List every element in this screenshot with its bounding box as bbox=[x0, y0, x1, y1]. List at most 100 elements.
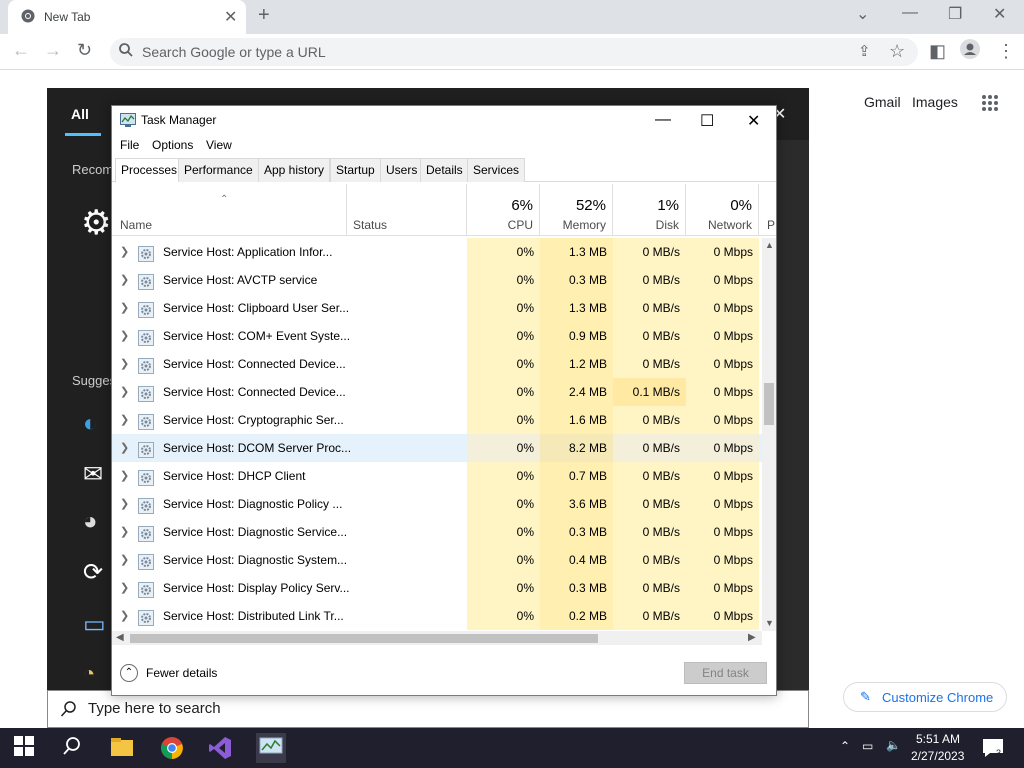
customize-chrome-button[interactable]: ✎ Customize Chrome bbox=[843, 682, 1007, 712]
browser-tab[interactable]: New Tab ✕ bbox=[8, 0, 246, 34]
sync-icon[interactable]: ⟳ bbox=[83, 558, 113, 588]
table-row[interactable]: ❯ Service Host: Diagnostic Service... 0% 0.… bbox=[112, 518, 762, 546]
scroll-down-icon[interactable]: ▼ bbox=[765, 618, 774, 628]
menu-options[interactable]: Options bbox=[152, 138, 193, 152]
chrome-icon[interactable] bbox=[160, 736, 184, 760]
expand-chevron-icon[interactable]: ❯ bbox=[120, 518, 129, 546]
expand-chevron-icon[interactable]: ❯ bbox=[120, 266, 129, 294]
menu-kebab-icon[interactable]: ⋮ bbox=[997, 41, 1015, 62]
end-task-button[interactable]: End task bbox=[684, 662, 767, 684]
expand-chevron-icon[interactable]: ❯ bbox=[120, 350, 129, 378]
close-tab-icon[interactable]: ✕ bbox=[224, 7, 237, 27]
header-name[interactable]: ⌃ Name bbox=[112, 184, 347, 236]
palette-icon[interactable]: ◔ bbox=[83, 663, 113, 693]
table-row[interactable]: ❯ Service Host: DCOM Server Proc... 0% 8.2 … bbox=[112, 434, 762, 462]
tab-users[interactable]: Users bbox=[380, 158, 424, 182]
expand-chevron-icon[interactable]: ❯ bbox=[120, 602, 129, 630]
header-cpu[interactable]: 6% CPU bbox=[467, 184, 540, 236]
expand-chevron-icon[interactable]: ❯ bbox=[120, 322, 129, 350]
table-row[interactable]: ❯ Service Host: Connected Device... 0% 2.4 … bbox=[112, 378, 762, 406]
restore-icon[interactable]: ❐ bbox=[948, 4, 962, 24]
menu-file[interactable]: File bbox=[120, 138, 139, 152]
horizontal-scroll-thumb[interactable] bbox=[130, 634, 598, 643]
expand-chevron-icon[interactable]: ❯ bbox=[120, 406, 129, 434]
header-power[interactable]: P bbox=[759, 184, 776, 236]
share-icon[interactable]: ⇪ bbox=[858, 42, 871, 60]
table-row[interactable]: ❯ Service Host: AVCTP service 0% 0.3 MB 0 MB… bbox=[112, 266, 762, 294]
windows-start-icon[interactable] bbox=[14, 736, 38, 760]
maximize-icon[interactable]: ☐ bbox=[700, 111, 714, 131]
apps-grid-icon[interactable] bbox=[981, 94, 999, 117]
new-tab-icon[interactable]: + bbox=[258, 4, 270, 27]
computer-icon[interactable]: ▭ bbox=[83, 610, 113, 640]
close-icon[interactable]: ✕ bbox=[747, 111, 760, 131]
file-explorer-icon[interactable] bbox=[110, 736, 134, 760]
images-link[interactable]: Images bbox=[912, 94, 958, 110]
close-window-icon[interactable]: ✕ bbox=[993, 4, 1006, 24]
tab-search-icon[interactable]: ⌄ bbox=[856, 4, 869, 24]
tab-details[interactable]: Details bbox=[420, 158, 469, 182]
table-row[interactable]: ❯ Service Host: Cryptographic Ser... 0% 1.6… bbox=[112, 406, 762, 434]
menu-view[interactable]: View bbox=[206, 138, 232, 152]
clock-time[interactable]: 5:51 AM bbox=[916, 732, 960, 746]
table-row[interactable]: ❯ Service Host: Application Infor... 0% 1.3… bbox=[112, 238, 762, 266]
profile-avatar-icon[interactable] bbox=[960, 39, 980, 64]
scroll-left-icon[interactable]: ◀ bbox=[116, 632, 124, 643]
expand-chevron-icon[interactable]: ❯ bbox=[120, 434, 129, 462]
tab-services[interactable]: Services bbox=[467, 158, 526, 182]
settings-gear-icon[interactable]: ⚙ bbox=[81, 203, 111, 242]
back-icon[interactable]: ← bbox=[12, 40, 30, 61]
expand-chevron-icon[interactable]: ❯ bbox=[120, 574, 129, 602]
task-manager-taskbar-icon[interactable] bbox=[256, 733, 286, 763]
tab-processes[interactable]: Processes bbox=[115, 158, 184, 183]
network-icon[interactable]: ▭ bbox=[862, 739, 873, 753]
tab-all[interactable]: All bbox=[71, 106, 89, 122]
table-row[interactable]: ❯ Service Host: Diagnostic Policy ... 0% 3.… bbox=[112, 490, 762, 518]
omnibox[interactable]: Search Google or type a URL bbox=[110, 38, 918, 66]
expand-chevron-icon[interactable]: ❯ bbox=[120, 378, 129, 406]
header-network[interactable]: 0% Network bbox=[686, 184, 759, 236]
header-disk[interactable]: 1% Disk bbox=[613, 184, 686, 236]
scroll-right-icon[interactable]: ▶ bbox=[748, 632, 756, 643]
tab-startup[interactable]: Startup bbox=[330, 158, 381, 182]
table-row[interactable]: ❯ Service Host: Display Policy Serv... 0% 0… bbox=[112, 574, 762, 602]
horizontal-scrollbar[interactable]: ◀ ▶ bbox=[112, 631, 762, 645]
forward-icon[interactable]: → bbox=[44, 40, 62, 61]
expand-chevron-icon[interactable]: ❯ bbox=[120, 546, 129, 574]
mail-icon[interactable]: ✉ bbox=[83, 460, 113, 490]
expand-chevron-icon[interactable]: ❯ bbox=[120, 490, 129, 518]
vertical-scroll-thumb[interactable] bbox=[764, 383, 774, 425]
service-gear-icon bbox=[138, 356, 154, 374]
vertical-scrollbar[interactable]: ▲ ▼ bbox=[762, 238, 776, 631]
minimize-icon[interactable]: — bbox=[655, 111, 671, 129]
paint-icon[interactable]: ◕ bbox=[83, 508, 113, 538]
visual-studio-icon[interactable] bbox=[208, 736, 232, 760]
service-gear-icon bbox=[138, 468, 154, 486]
table-row[interactable]: ❯ Service Host: DHCP Client 0% 0.7 MB 0 MB/s… bbox=[112, 462, 762, 490]
minimize-icon[interactable]: — bbox=[902, 4, 918, 22]
search-icon[interactable] bbox=[62, 736, 86, 760]
expand-chevron-icon[interactable]: ❯ bbox=[120, 294, 129, 322]
reload-icon[interactable]: ↻ bbox=[77, 40, 92, 61]
header-status[interactable]: Status bbox=[347, 184, 467, 236]
clock-date[interactable]: 2/27/2023 bbox=[911, 749, 964, 763]
table-row[interactable]: ❯ Service Host: Distributed Link Tr... 0% 0… bbox=[112, 602, 762, 630]
table-row[interactable]: ❯ Service Host: Diagnostic System... 0% 0.4… bbox=[112, 546, 762, 574]
tab-performance[interactable]: Performance bbox=[178, 158, 259, 182]
side-panel-icon[interactable]: ◧ bbox=[929, 41, 946, 62]
expand-chevron-icon[interactable]: ❯ bbox=[120, 238, 129, 266]
table-row[interactable]: ❯ Service Host: Clipboard User Ser... 0% 1.… bbox=[112, 294, 762, 322]
expand-chevron-icon[interactable]: ❯ bbox=[120, 462, 129, 490]
show-hidden-icons-icon[interactable]: ⌃ bbox=[840, 739, 850, 753]
table-row[interactable]: ❯ Service Host: COM+ Event Syste... 0% 0.9 … bbox=[112, 322, 762, 350]
table-row[interactable]: ❯ Service Host: Connected Device... 0% 1.2 … bbox=[112, 350, 762, 378]
sort-caret-icon: ⌃ bbox=[220, 194, 229, 205]
tab-app-history[interactable]: App history bbox=[258, 158, 331, 182]
notification-center-icon[interactable]: 3 bbox=[982, 738, 1004, 763]
gmail-link[interactable]: Gmail bbox=[864, 94, 901, 110]
bookmark-star-icon[interactable]: ☆ bbox=[889, 41, 905, 62]
scroll-up-icon[interactable]: ▲ bbox=[765, 240, 774, 250]
header-memory[interactable]: 52% Memory bbox=[540, 184, 613, 236]
edge-icon[interactable]: ◐ bbox=[83, 410, 113, 440]
volume-icon[interactable]: 🔈 bbox=[886, 738, 901, 752]
